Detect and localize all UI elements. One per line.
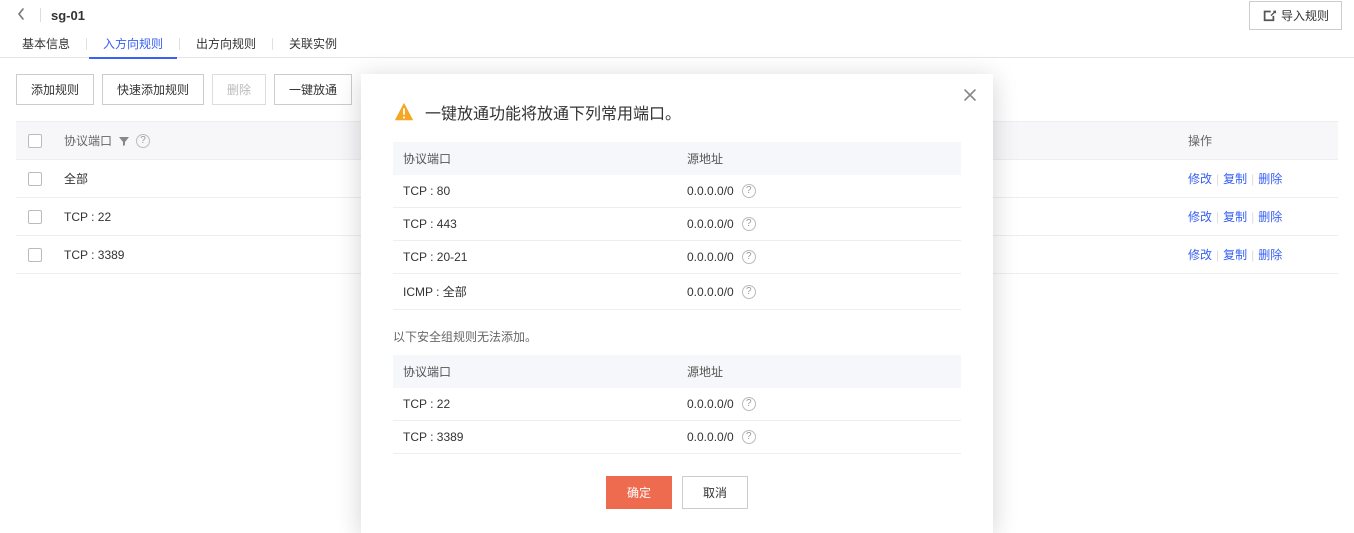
cell-protocol: TCP : 443: [393, 208, 677, 241]
table-row: TCP : 20-210.0.0.0/0?: [393, 241, 961, 274]
cell-source: 0.0.0.0/0?: [677, 421, 961, 454]
modal-title: 一键放通功能将放通下列常用端口。: [425, 100, 681, 124]
help-icon[interactable]: ?: [742, 184, 756, 198]
cell-protocol: TCP : 3389: [393, 421, 677, 454]
ok-button[interactable]: 确定: [606, 476, 672, 509]
table-row: TCP : 4430.0.0.0/0?: [393, 208, 961, 241]
one-click-allow-modal: 一键放通功能将放通下列常用端口。 协议端口 源地址 TCP : 800.0.0.…: [361, 74, 993, 533]
cell-source: 0.0.0.0/0?: [677, 208, 961, 241]
help-icon[interactable]: ?: [742, 397, 756, 411]
modal-note: 以下安全组规则无法添加。: [393, 328, 961, 345]
cancel-button[interactable]: 取消: [682, 476, 748, 509]
cell-protocol: ICMP : 全部: [393, 274, 677, 310]
cell-source: 0.0.0.0/0?: [677, 241, 961, 274]
modal-allow-table: 协议端口 源地址 TCP : 800.0.0.0/0?TCP : 4430.0.…: [393, 142, 961, 310]
modal-title-row: 一键放通功能将放通下列常用端口。: [393, 100, 961, 124]
cell-protocol: TCP : 22: [393, 388, 677, 421]
close-icon: [963, 88, 977, 102]
cell-source: 0.0.0.0/0?: [677, 175, 961, 208]
cell-protocol: TCP : 80: [393, 175, 677, 208]
col-source-header: 源地址: [677, 355, 961, 388]
help-icon[interactable]: ?: [742, 430, 756, 444]
cell-source: 0.0.0.0/0?: [677, 388, 961, 421]
cell-protocol: TCP : 20-21: [393, 241, 677, 274]
help-icon[interactable]: ?: [742, 250, 756, 264]
table-row: ICMP : 全部0.0.0.0/0?: [393, 274, 961, 310]
table-row: TCP : 800.0.0.0/0?: [393, 175, 961, 208]
table-row: TCP : 220.0.0.0/0?: [393, 388, 961, 421]
help-icon[interactable]: ?: [742, 285, 756, 299]
col-source-header: 源地址: [677, 142, 961, 175]
col-protocol-header: 协议端口: [393, 355, 677, 388]
col-protocol-header: 协议端口: [393, 142, 677, 175]
modal-blocked-table: 协议端口 源地址 TCP : 220.0.0.0/0?TCP : 33890.0…: [393, 355, 961, 454]
modal-close-button[interactable]: [963, 88, 977, 105]
modal-actions: 确定 取消: [393, 476, 961, 509]
table-row: TCP : 33890.0.0.0/0?: [393, 421, 961, 454]
help-icon[interactable]: ?: [742, 217, 756, 231]
cell-source: 0.0.0.0/0?: [677, 274, 961, 310]
modal-overlay: 一键放通功能将放通下列常用端口。 协议端口 源地址 TCP : 800.0.0.…: [0, 0, 1354, 500]
warning-icon: [393, 101, 415, 123]
